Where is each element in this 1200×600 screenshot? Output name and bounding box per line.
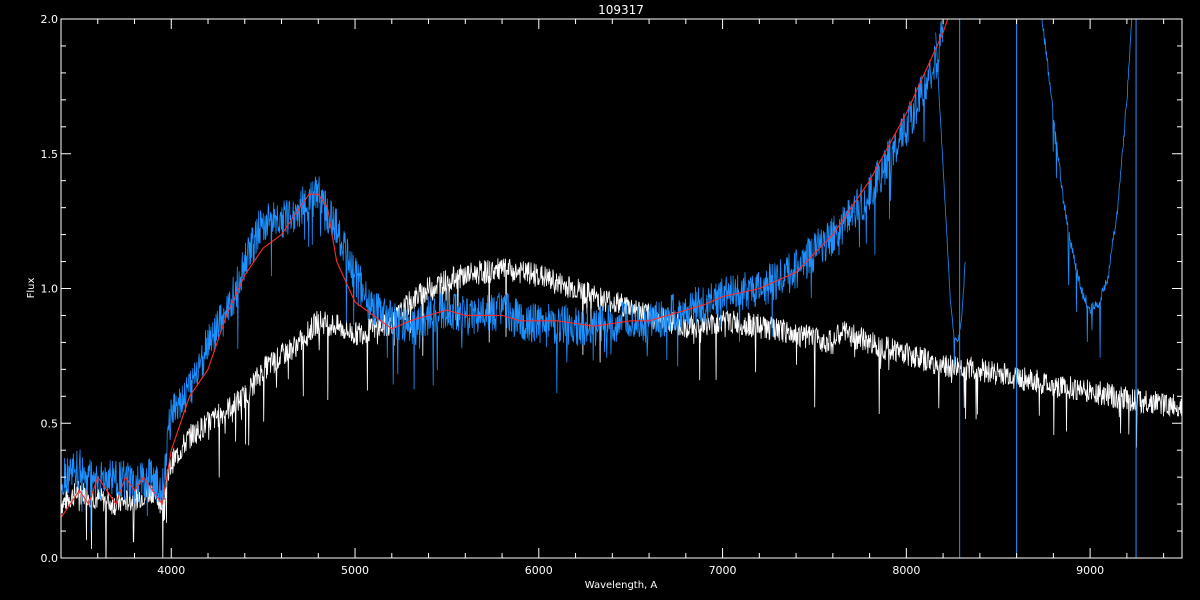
series-line-3 <box>935 32 966 365</box>
x-tick-label: 7000 <box>709 564 737 577</box>
y-tick-label: 0.0 <box>41 552 59 565</box>
plot-frame <box>60 18 1183 559</box>
x-tick-label: 5000 <box>341 564 369 577</box>
series-line-4 <box>1041 19 1133 358</box>
y-axis-title: Flux <box>26 278 37 299</box>
y-tick-label: 1.5 <box>41 148 59 161</box>
axis-ticks: 4000 5000 6000 7000 8000 9000 0.0 0.5 1.0 1.5 2.0 <box>41 13 1182 577</box>
x-tick-label: 6000 <box>525 564 553 577</box>
x-axis-title: Wavelength, A <box>585 580 658 591</box>
series-layer <box>61 19 1182 558</box>
chart-title: 109317 <box>598 3 644 17</box>
x-tick-label: 9000 <box>1076 564 1104 577</box>
x-tick-label: 4000 <box>157 564 185 577</box>
axes-frame <box>60 18 1183 559</box>
y-tick-label: 0.5 <box>41 417 59 430</box>
x-tick-label: 8000 <box>892 564 920 577</box>
spectrum-chart: 109317 4000 5000 6000 7000 8000 9000 0.0 0.5 1.0… <box>26 3 1183 591</box>
y-tick-label: 1.0 <box>41 283 59 296</box>
series-line-2 <box>61 19 944 532</box>
y-tick-label: 2.0 <box>41 13 59 26</box>
